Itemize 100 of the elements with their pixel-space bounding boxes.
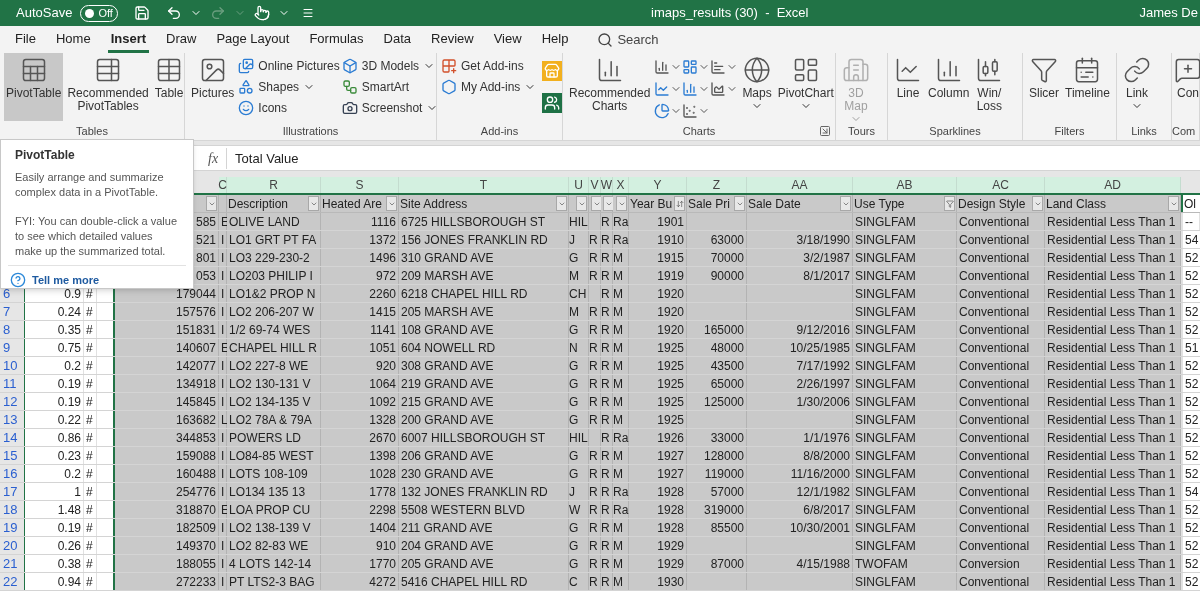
customize-icon[interactable] [301,7,314,19]
search-field[interactable]: Search [617,30,698,50]
undo-icon[interactable] [165,5,182,21]
ribbon-button[interactable]: Screenshot [341,99,439,117]
table-cell: G [569,555,589,572]
filter-dropdown-button[interactable] [386,196,397,211]
formula-input[interactable]: Total Value [227,146,1200,170]
chart-type-button[interactable] [682,79,711,98]
ribbon-button[interactable]: Recommended PivotTables [65,53,151,121]
ribbon-button[interactable]: Timeline [1063,53,1112,121]
people-button[interactable] [542,93,563,113]
filter-icon [945,199,954,208]
filter-applied-button[interactable] [944,196,955,211]
table-cell: 272233 [115,573,219,590]
ribbon-button[interactable]: Pictures [189,53,237,121]
table-cell: 8/1/2017 [747,267,853,284]
ribbon-button[interactable]: My Add-ins [441,78,537,96]
letter-heading[interactable]: AB [896,176,913,194]
chart-type-button[interactable] [654,101,683,120]
ribbon-button[interactable]: Slicer [1027,53,1061,121]
table-cell: 140607 [115,339,219,356]
table-cell: G [569,411,589,428]
chart-type-button[interactable] [710,57,739,76]
chart-type-button[interactable] [654,57,683,76]
filter-dropdown-button[interactable] [1032,196,1043,211]
sort-dropdown-button[interactable] [674,196,685,211]
table-cell: M [613,537,629,554]
table-cell: 6/8/2017 [747,501,853,518]
table-cell: 1051 [321,339,399,356]
ribbon-button[interactable]: Recommended Charts [567,53,653,121]
ribbon-button[interactable]: Table [152,53,186,121]
filter-dropdown-button[interactable] [1168,196,1179,211]
search-icon [597,32,614,48]
table-cell: SINGLFAM [853,429,957,446]
chart-type-button[interactable] [682,101,711,120]
menu-tab[interactable]: Home [52,27,94,53]
table-cell: 157576 [115,303,219,320]
dialog-launcher-icon[interactable] [819,125,831,137]
ribbon-button[interactable]: Link [1121,53,1153,121]
ribbon-button[interactable]: Column [926,53,972,121]
ribbon-button[interactable]: Shapes [238,78,340,96]
ribbon-button[interactable]: Online Pictures [238,57,340,75]
redo-icon[interactable] [209,5,226,21]
filter-dropdown-button[interactable] [308,196,319,211]
menu-tab[interactable]: Help [538,27,572,53]
filter-dropdown-button[interactable] [556,196,567,211]
table-cell: 308 GRAND AVE [399,357,569,374]
table-cell: SINGLFAM [853,375,957,392]
table-cell: SINGLFAM [853,267,957,284]
ribbon-button[interactable]: Con [1172,53,1200,121]
ribbon-button[interactable]: Win/ Loss [973,53,1006,121]
menu-tab[interactable]: Page Layout [213,27,293,53]
table-cell: Conversion [957,555,1045,572]
ribbon-button[interactable]: 3D Models [341,57,439,75]
letter-heading[interactable]: R [269,176,278,194]
table-cell: 972 [321,267,399,284]
filter-dropdown-button[interactable] [734,196,745,211]
save-icon[interactable] [133,5,150,21]
ribbon-button[interactable]: PivotChart [775,53,836,121]
table-cell: 149370 [115,537,219,554]
ribbon-button[interactable]: Maps [740,53,774,121]
user-name[interactable]: James De [1139,3,1198,23]
letter-heading[interactable]: T [479,176,488,194]
menu-tab[interactable]: Draw [163,27,200,53]
table-cell: R [601,249,613,266]
letter-heading[interactable]: V [590,176,599,194]
touch-icon[interactable] [253,5,270,21]
menu-tab[interactable]: Data [380,27,415,53]
filter-dropdown-button[interactable] [206,196,217,211]
chart-type-button[interactable] [710,79,739,98]
menu-tab[interactable]: Review [428,27,477,53]
table-cell: SINGLFAM [853,231,957,248]
letter-heading[interactable]: C [218,176,227,194]
letter-heading[interactable]: AD [1104,176,1121,194]
filter-dropdown-button[interactable] [576,196,587,211]
ribbon-button[interactable]: PivotTable [4,53,64,121]
letter-heading[interactable]: W [600,176,613,194]
ribbon-button[interactable]: Get Add-ins [441,57,537,75]
table-cell: Residential Less Than 1 [1045,231,1181,248]
menu-tab[interactable]: File [12,27,39,53]
letter-heading[interactable]: Y [653,176,662,194]
menu-tab[interactable]: View [490,27,525,53]
letter-heading[interactable]: Z [712,176,721,194]
table-cell: Residential Less Than 1 [1045,321,1181,338]
table-cell: Conventional [957,231,1045,248]
filter-dropdown-button[interactable] [840,196,851,211]
chart-type-button[interactable] [682,57,711,76]
menu-tab[interactable]: Formulas [306,27,367,53]
ribbon-button[interactable]: Line [892,53,924,121]
ribbon-button[interactable]: SmartArt [341,78,439,96]
table-cell: Conventional [957,357,1045,374]
table-cell: 2260 [321,285,399,302]
chart-type-button[interactable] [654,79,683,98]
ribbon-button[interactable]: Icons [238,99,340,117]
table-cell: PT LTS2-3 BAG [227,573,321,590]
letter-heading[interactable]: S [355,176,364,194]
line-chart-icon [894,56,922,84]
table-cell: 1929 [629,555,687,572]
letter-heading[interactable]: AA [791,176,808,194]
function-label[interactable]: fx [200,147,228,169]
